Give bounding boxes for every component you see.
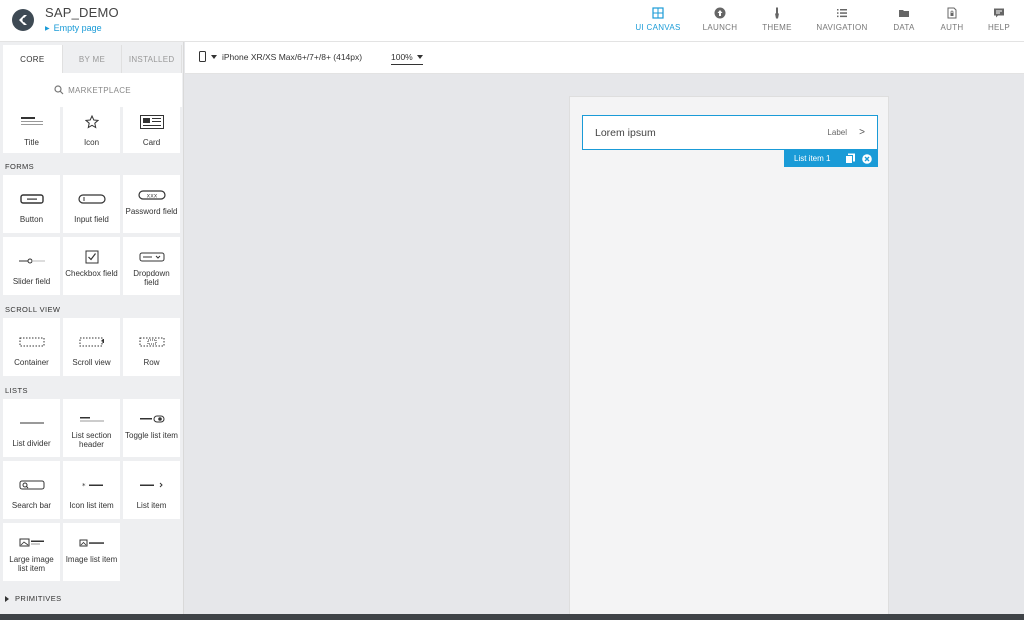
tile-toggle-list-item[interactable]: Toggle list item [123,399,180,457]
phone-icon [199,51,206,62]
app-title: SAP_DEMO [45,5,119,20]
tab-installed[interactable]: INSTALLED [122,45,183,73]
upload-icon [714,7,726,19]
card-component-icon [139,112,164,132]
icon-list-item-icon: * [79,475,105,495]
tab-core[interactable]: CORE [3,45,63,73]
folder-icon [899,10,909,17]
bottom-status-bar [0,614,1024,620]
list-item-label: Label [827,128,847,137]
nav-launch[interactable]: LAUNCH [692,0,748,42]
sidebar-tabs: CORE BY ME INSTALLED [3,45,183,73]
tile-input-field[interactable]: Input field [63,175,120,233]
scroll-view-icon [79,332,105,352]
list-section-header-icon [79,409,105,429]
tile-dropdown-field[interactable]: Dropdown field [123,237,180,295]
app-logo-icon[interactable] [12,9,34,31]
canvas-list-item[interactable]: Lorem ipsum Label > [582,115,878,150]
star-icon [84,112,99,132]
password-field-icon: xxx [137,185,166,205]
tile-list-divider[interactable]: List divider [3,399,60,457]
ui-canvas[interactable]: Lorem ipsum Label > List item 1 [185,74,1024,616]
svg-text:xxx: xxx [146,193,157,200]
device-label: iPhone XR/XS Max/6+/7+/8+ (414px) [222,51,363,62]
input-field-icon [77,189,106,209]
tile-search-bar[interactable]: Search bar [3,461,60,519]
zoom-selector[interactable]: 100% [391,52,423,65]
main-nav: UI CANVAS LAUNCH THEME NAVIGATION DATA A… [624,0,1024,42]
toggle-icon [139,409,165,429]
duplicate-icon[interactable] [845,153,856,164]
selection-tag[interactable]: List item 1 [784,150,878,167]
list-icon [837,9,847,18]
page-selector[interactable]: ▶ Empty page [45,23,102,33]
tile-large-image-list-item[interactable]: Large image list item [3,523,60,581]
tile-icon-list-item[interactable]: * Icon list item [63,461,120,519]
nav-data[interactable]: DATA [878,0,930,42]
search-bar-icon [19,475,45,495]
tile-icon[interactable]: Icon [63,106,120,153]
nav-auth[interactable]: AUTH [930,0,974,42]
tile-checkbox-field[interactable]: Checkbox field [63,237,120,295]
tile-row[interactable]: Row [123,318,180,376]
tab-by-me[interactable]: BY ME [62,45,123,73]
container-icon [19,332,45,352]
tile-container[interactable]: Container [3,318,60,376]
nav-navigation[interactable]: NAVIGATION [806,0,878,42]
image-list-item-icon [79,533,105,553]
section-lists: LISTS [5,386,28,395]
nav-help[interactable]: HELP [974,0,1024,42]
tile-image-list-item[interactable]: Image list item [63,523,120,581]
tile-list-item[interactable]: List item [123,461,180,519]
large-image-list-item-icon [19,533,45,553]
marketplace-button[interactable]: MARKETPLACE [3,73,182,107]
document-lock-icon [947,7,957,19]
selection-tag-label: List item 1 [794,154,831,163]
tile-slider-field[interactable]: Slider field [3,237,60,295]
caret-down-icon [416,55,423,59]
tile-card[interactable]: Card [123,106,180,153]
section-primitives[interactable]: PRIMITIVES [5,594,62,603]
button-component-icon [19,189,44,209]
tile-password-field[interactable]: xxx Password field [123,175,180,233]
sidebar-scrollbar[interactable] [183,187,184,612]
phone-screen[interactable]: Lorem ipsum Label > List item 1 [569,96,889,616]
grid-icon [652,7,664,19]
title-component-icon [20,112,44,132]
chevron-right-icon: > [859,127,865,138]
brush-icon [775,7,779,19]
expand-triangle-icon [5,595,9,602]
canvas-toolbar: iPhone XR/XS Max/6+/7+/8+ (414px) 100% [185,42,1024,74]
list-divider-icon [19,413,45,433]
nav-theme[interactable]: THEME [748,0,806,42]
section-scroll-view: SCROLL VIEW [5,305,61,314]
row-icon [139,332,165,352]
page-name: Empty page [53,23,102,33]
tile-scroll-view[interactable]: Scroll view [63,318,120,376]
svg-text:*: * [82,482,86,489]
tile-button[interactable]: Button [3,175,60,233]
app-header: SAP_DEMO ▶ Empty page UI CANVAS LAUNCH T… [0,0,1024,42]
page-chevron-icon: ▶ [45,25,50,32]
caret-down-icon [211,54,217,59]
search-icon [54,85,64,95]
nav-ui-canvas[interactable]: UI CANVAS [624,0,692,42]
slider-field-icon [18,251,46,271]
close-icon[interactable] [862,153,872,164]
list-item-icon [139,475,165,495]
tile-list-section-header[interactable]: List section header [63,399,120,457]
checkbox-icon [85,247,99,267]
zoom-label: 100% [391,52,413,62]
component-sidebar: CORE BY ME INSTALLED MARKETPLACE Title I… [0,42,184,614]
dropdown-field-icon [139,247,165,267]
section-forms: FORMS [5,162,35,171]
tile-title[interactable]: Title [3,106,60,153]
device-selector[interactable]: iPhone XR/XS Max/6+/7+/8+ (414px) [199,51,362,62]
list-item-title: Lorem ipsum [595,126,656,139]
chat-icon [994,8,1004,18]
